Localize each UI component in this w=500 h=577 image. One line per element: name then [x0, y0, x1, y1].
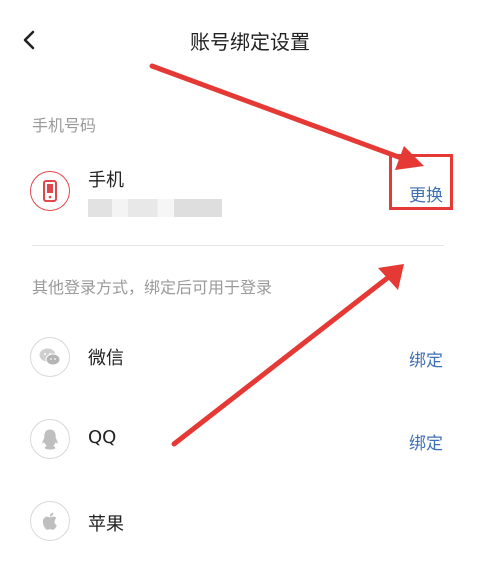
- section-label-phone: 手机号码: [32, 116, 97, 135]
- phone-icon: [43, 180, 57, 202]
- bind-wechat-button[interactable]: 绑定: [409, 346, 443, 371]
- annotation-highlight-box: [389, 154, 453, 210]
- phone-icon-circle: [30, 171, 70, 211]
- qq-item-title: QQ: [88, 427, 117, 448]
- qq-icon: [42, 429, 58, 450]
- wechat-item-title: 微信: [88, 348, 124, 369]
- apple-icon: [42, 512, 57, 530]
- bind-qq-button[interactable]: 绑定: [409, 429, 443, 454]
- header: 账号绑定设置: [0, 0, 500, 80]
- wechat-icon: [39, 348, 61, 366]
- apple-icon-circle: [30, 501, 70, 541]
- apple-item-title: 苹果: [88, 514, 124, 535]
- section-label-other: 其他登录方式，绑定后可用于登录: [32, 278, 273, 297]
- page-title: 账号绑定设置: [190, 30, 310, 54]
- phone-item-title: 手机: [88, 170, 124, 191]
- wechat-icon-circle: [30, 337, 70, 377]
- masked-phone-number: [88, 199, 222, 217]
- annotation-arrow-top: [149, 63, 424, 170]
- qq-icon-circle: [30, 419, 70, 459]
- divider: [32, 245, 444, 246]
